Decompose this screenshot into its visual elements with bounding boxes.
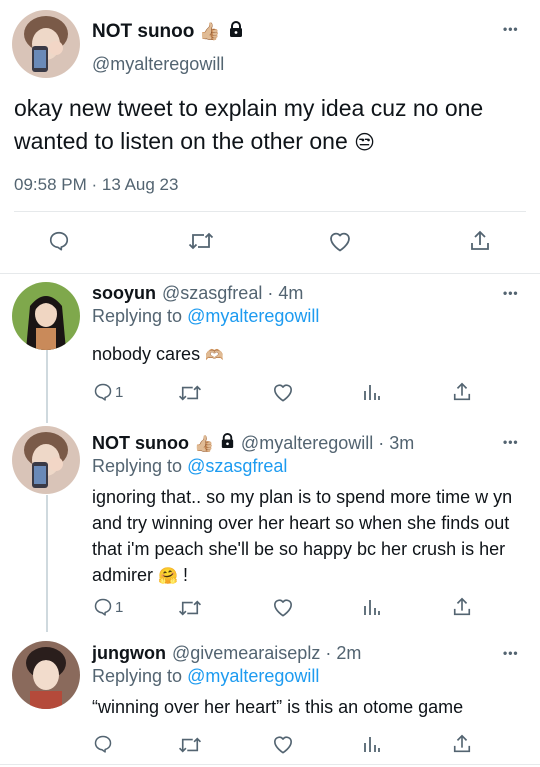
display-name[interactable]: sooyun (92, 283, 156, 304)
lock-icon (227, 20, 245, 44)
retweet-icon (188, 232, 214, 250)
time-ago[interactable]: · 3m (378, 433, 414, 454)
lock-icon (219, 432, 236, 454)
analytics-button[interactable] (362, 382, 382, 402)
share-button[interactable] (452, 596, 472, 618)
divider (14, 211, 526, 212)
like-button[interactable] (272, 734, 294, 754)
retweet-icon (178, 385, 202, 401)
retweet-button[interactable] (188, 230, 214, 252)
reply-header: jungwon @givemearaiseplz · 2m (92, 643, 361, 664)
thread-line (46, 495, 48, 632)
share-button[interactable] (452, 733, 472, 755)
main-tweet-header: NOT sunoo 👍🏼 (92, 20, 245, 44)
analytics-button[interactable] (362, 597, 382, 617)
display-name[interactable]: jungwon (92, 643, 166, 664)
reply-avatar[interactable] (12, 641, 80, 709)
reply-button[interactable]: 1 (93, 382, 123, 402)
reply-icon (49, 231, 69, 251)
share-icon (453, 382, 471, 401)
analytics-icon (364, 600, 380, 615)
reply-text: “winning over her heart” is this an otom… (92, 694, 530, 720)
replying-prefix: Replying to (92, 666, 183, 686)
divider (0, 764, 540, 765)
like-button[interactable] (272, 382, 294, 402)
like-icon (330, 232, 350, 252)
reply-button[interactable] (48, 230, 70, 252)
reply-header: sooyun @szasgfreal · 4m (92, 283, 303, 304)
handle[interactable]: @myalteregowill (241, 433, 373, 454)
retweet-icon (178, 737, 202, 753)
like-icon (274, 736, 292, 754)
retweet-button[interactable] (178, 383, 202, 403)
thread-line (46, 350, 48, 423)
replying-to-link[interactable]: @myalteregowill (187, 306, 319, 326)
handle[interactable]: @szasgfreal (162, 283, 262, 304)
reply-button[interactable] (93, 734, 113, 754)
reply-button[interactable]: 1 (93, 597, 123, 617)
like-button[interactable] (272, 597, 294, 617)
like-icon (274, 384, 292, 402)
thumbs-up-emoji: 👍🏼 (199, 22, 221, 42)
handle[interactable]: @myalteregowill (92, 54, 224, 75)
reply-avatar[interactable] (12, 426, 80, 494)
handle[interactable]: @givemearaiseplz (172, 643, 320, 664)
retweet-icon (178, 600, 202, 616)
display-name[interactable]: NOT sunoo (92, 433, 189, 454)
more-options-icon[interactable]: ••• (503, 646, 519, 660)
more-options-icon[interactable]: ••• (503, 435, 519, 449)
reply-count: 1 (115, 383, 124, 401)
like-icon (274, 599, 292, 617)
retweet-button[interactable] (178, 598, 202, 618)
time-ago[interactable]: · 4m (267, 283, 303, 304)
reply-icon (94, 735, 112, 753)
reply-body: ignoring that.. so my plan is to spend m… (92, 487, 513, 585)
reply-body: “winning over her heart” is this an otom… (92, 697, 464, 717)
thumbs-up-emoji: 👍🏼 (194, 433, 214, 453)
reply-body-suffix: ! (177, 565, 188, 585)
time-ago[interactable]: · 2m (325, 643, 361, 664)
share-icon (453, 597, 471, 616)
analytics-button[interactable] (362, 734, 382, 754)
share-icon (471, 230, 489, 250)
more-options-icon[interactable]: ••• (503, 22, 519, 36)
main-tweet: NOT sunoo 👍🏼 @myalteregowill ••• okay ne… (0, 0, 540, 275)
main-tweet-handle-row: @myalteregowill (92, 54, 224, 75)
main-tweet-timestamp[interactable]: 09:58 PM · 13 Aug 23 (14, 175, 178, 195)
reply-text: ignoring that.. so my plan is to spend m… (92, 484, 530, 589)
reply-header: NOT sunoo 👍🏼 @myalteregowill · 3m (92, 432, 414, 454)
analytics-icon (364, 385, 380, 400)
share-icon (453, 734, 471, 753)
reply-icon (94, 383, 112, 401)
reply-count: 1 (115, 598, 124, 616)
reply-avatar[interactable] (12, 282, 80, 350)
main-tweet-avatar[interactable] (12, 10, 80, 78)
main-tweet-body: okay new tweet to explain my idea cuz no… (14, 95, 484, 154)
display-name[interactable]: NOT sunoo (92, 21, 194, 43)
main-tweet-text: okay new tweet to explain my idea cuz no… (14, 92, 529, 159)
more-options-icon[interactable]: ••• (503, 286, 519, 300)
analytics-icon (364, 737, 380, 752)
replying-to-link[interactable]: @myalteregowill (187, 666, 319, 686)
unamused-emoji: 😒 (354, 130, 375, 154)
replying-to: Replying to @szasgfreal (92, 456, 287, 477)
share-button[interactable] (469, 229, 491, 253)
hugging-emoji: 🤗 (158, 566, 178, 585)
retweet-button[interactable] (178, 735, 202, 755)
reply-text: nobody cares 🫶🏼 (92, 341, 522, 368)
reply-icon (94, 598, 112, 616)
replying-to-link[interactable]: @szasgfreal (187, 456, 287, 476)
divider (0, 273, 540, 274)
replying-to: Replying to @myalteregowill (92, 306, 319, 327)
heart-hands-emoji: 🫶🏼 (205, 346, 224, 364)
share-button[interactable] (452, 381, 472, 403)
replying-prefix: Replying to (92, 456, 183, 476)
replying-prefix: Replying to (92, 306, 183, 326)
reply-body: nobody cares (92, 344, 201, 364)
replying-to: Replying to @myalteregowill (92, 666, 319, 687)
like-button[interactable] (328, 230, 352, 252)
